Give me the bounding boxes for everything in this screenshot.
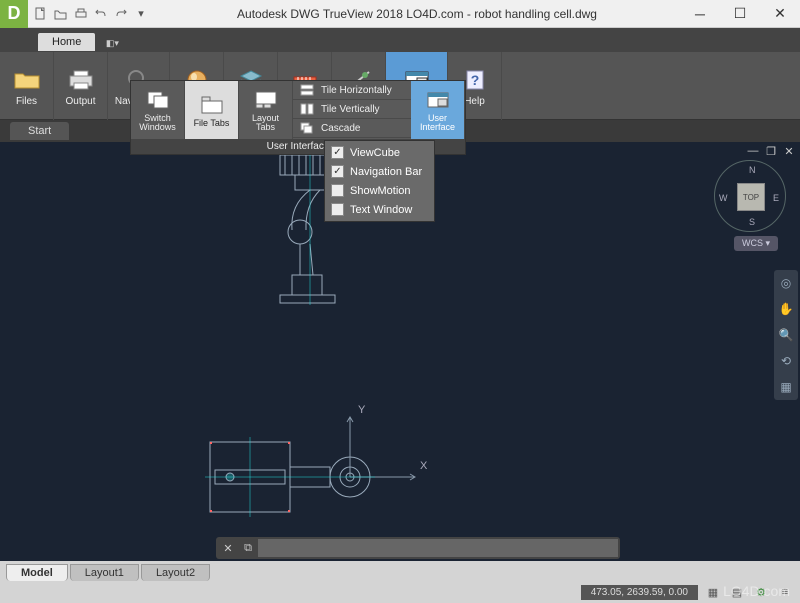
status-annotate-icon[interactable]: ⚙ bbox=[752, 584, 770, 600]
minimize-button[interactable]: ─ bbox=[680, 0, 720, 28]
tile-h-icon bbox=[299, 83, 315, 97]
check-text-window[interactable]: Text Window bbox=[327, 200, 432, 219]
wcs-label[interactable]: WCS ▾ bbox=[734, 236, 778, 251]
axis-x-label: X bbox=[420, 460, 427, 472]
quick-access-toolbar: ▾ bbox=[28, 5, 154, 23]
dd-file-tabs[interactable]: File Tabs bbox=[185, 81, 239, 139]
dd-tile-horizontally[interactable]: Tile Horizontally bbox=[293, 81, 411, 100]
layout-tabs-row: Model Layout1 Layout2 bbox=[0, 561, 800, 581]
title-bar: D ▾ Autodesk DWG TrueView 2018 LO4D.com … bbox=[0, 0, 800, 28]
cmd-options-icon[interactable]: ⧉ bbox=[238, 539, 258, 557]
status-customize-icon[interactable]: ≡ bbox=[776, 584, 794, 600]
coordinates-display[interactable]: 473.05, 2639.59, 0.00 bbox=[581, 585, 698, 600]
viewcube-compass[interactable]: TOP N S E W bbox=[714, 160, 786, 232]
cmd-close-icon[interactable]: ✕ bbox=[218, 539, 238, 557]
check-viewcube[interactable]: ✓ViewCube bbox=[327, 143, 432, 162]
tab-layout2[interactable]: Layout2 bbox=[141, 564, 210, 581]
axis-y-label: Y bbox=[358, 404, 365, 416]
check-navigation-bar[interactable]: ✓Navigation Bar bbox=[327, 162, 432, 181]
dd-tile-vertically[interactable]: Tile Vertically bbox=[293, 100, 411, 119]
dd-user-interface[interactable]: User Interface bbox=[411, 81, 465, 139]
status-bar: 473.05, 2639.59, 0.00 ▦ ▤ ⚙ ≡ bbox=[0, 581, 800, 603]
navigation-bar: ◎ ✋ 🔍 ⟲ ▦ bbox=[774, 270, 798, 400]
viewcube-north[interactable]: N bbox=[749, 165, 756, 175]
checkbox-icon: ✓ bbox=[331, 165, 344, 178]
command-input[interactable] bbox=[258, 539, 618, 557]
nav-zoom-icon[interactable]: 🔍 bbox=[774, 322, 798, 348]
start-tab[interactable]: Start bbox=[10, 122, 69, 140]
drawing-robot-side bbox=[200, 412, 450, 552]
dd-switch-windows[interactable]: Switch Windows bbox=[131, 81, 185, 139]
canvas-close-icon[interactable]: ✕ bbox=[782, 144, 796, 158]
cascade-icon bbox=[299, 121, 315, 135]
tab-model[interactable]: Model bbox=[6, 564, 68, 581]
ribbon-tab-row: Home ◧▾ bbox=[0, 28, 800, 52]
window-controls: ─ ☐ ✕ bbox=[680, 0, 800, 28]
viewcube-south[interactable]: S bbox=[749, 217, 755, 227]
status-model-icon[interactable]: ▦ bbox=[704, 584, 722, 600]
ui-check-menu: ✓ViewCube ✓Navigation Bar ShowMotion Tex… bbox=[324, 140, 435, 222]
tab-home[interactable]: Home bbox=[38, 33, 95, 51]
ribbon-files[interactable]: Files bbox=[0, 52, 54, 120]
ui-icon bbox=[426, 88, 450, 112]
qat-open-icon[interactable] bbox=[52, 5, 70, 23]
viewcube-west[interactable]: W bbox=[719, 193, 728, 203]
printer-icon bbox=[67, 66, 95, 94]
checkbox-icon bbox=[331, 184, 344, 197]
nav-pan-icon[interactable]: ✋ bbox=[774, 296, 798, 322]
qat-redo-icon[interactable] bbox=[112, 5, 130, 23]
tab-layout1[interactable]: Layout1 bbox=[70, 564, 139, 581]
maximize-button[interactable]: ☐ bbox=[720, 0, 760, 28]
window-title: Autodesk DWG TrueView 2018 LO4D.com - ro… bbox=[154, 7, 680, 21]
status-grid-icon[interactable]: ▤ bbox=[728, 584, 746, 600]
tile-v-icon bbox=[299, 102, 315, 116]
check-showmotion[interactable]: ShowMotion bbox=[327, 181, 432, 200]
tab-dropdown-icon[interactable]: ◧▾ bbox=[101, 34, 123, 52]
folder-icon bbox=[13, 66, 41, 94]
nav-orbit-icon[interactable]: ⟲ bbox=[774, 348, 798, 374]
close-button[interactable]: ✕ bbox=[760, 0, 800, 28]
dd-layout-tabs[interactable]: Layout Tabs bbox=[239, 81, 293, 139]
nav-wheel-icon[interactable]: ◎ bbox=[774, 270, 798, 296]
windows-icon bbox=[146, 88, 170, 112]
viewcube[interactable]: TOP N S E W bbox=[714, 160, 786, 232]
qat-new-icon[interactable] bbox=[32, 5, 50, 23]
file-tabs-icon bbox=[200, 93, 224, 117]
ribbon-output[interactable]: Output bbox=[54, 52, 108, 120]
layout-tabs-icon bbox=[254, 88, 278, 112]
canvas-restore-icon[interactable]: ❐ bbox=[764, 144, 778, 158]
svg-text:?: ? bbox=[470, 72, 479, 88]
viewcube-east[interactable]: E bbox=[773, 193, 779, 203]
command-bar: ✕ ⧉ bbox=[216, 537, 620, 559]
checkbox-icon bbox=[331, 203, 344, 216]
viewcube-face[interactable]: TOP bbox=[737, 183, 765, 211]
dd-cascade[interactable]: Cascade bbox=[293, 119, 411, 138]
qat-print-icon[interactable] bbox=[72, 5, 90, 23]
nav-showmotion-icon[interactable]: ▦ bbox=[774, 374, 798, 400]
canvas-minimize-icon[interactable]: — bbox=[746, 144, 760, 158]
qat-undo-icon[interactable] bbox=[92, 5, 110, 23]
app-icon[interactable]: D bbox=[0, 0, 28, 28]
qat-dropdown-icon[interactable]: ▾ bbox=[132, 5, 150, 23]
checkbox-icon: ✓ bbox=[331, 146, 344, 159]
